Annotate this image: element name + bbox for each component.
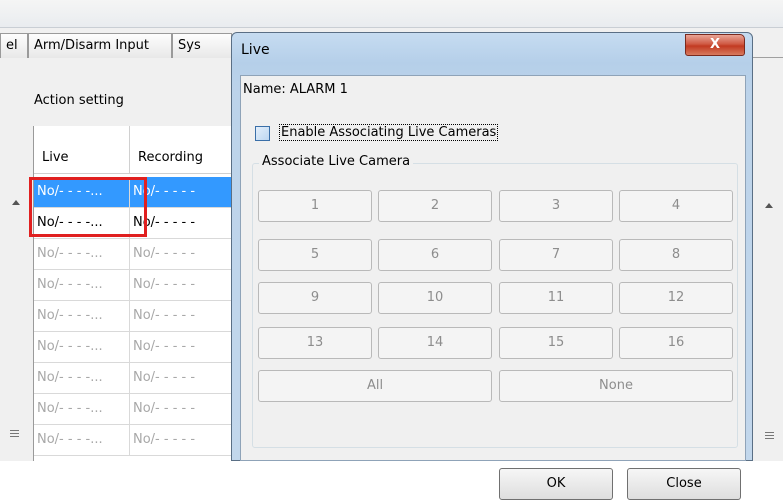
- camera-button[interactable]: 12: [619, 282, 733, 314]
- table-row[interactable]: No/- - - -... No/- - - - -: [34, 363, 251, 394]
- enable-associating-checkbox[interactable]: [255, 126, 270, 141]
- dialog-body: Name: ALARM 1 Enable Associating Live Ca…: [240, 75, 746, 500]
- camera-button[interactable]: 16: [619, 327, 733, 359]
- enable-associating-label[interactable]: Enable Associating Live Cameras: [279, 124, 499, 141]
- camera-button[interactable]: 10: [378, 282, 492, 314]
- column-header-label: Live: [42, 150, 69, 165]
- camera-button[interactable]: 11: [499, 282, 613, 314]
- scroll-grip-icon[interactable]: [765, 432, 774, 439]
- live-cell[interactable]: No/- - - -...: [34, 394, 130, 425]
- close-button[interactable]: Close: [627, 468, 741, 500]
- live-dialog: Live X Name: ALARM 1 Enable Associating …: [231, 32, 753, 500]
- right-scrollbar[interactable]: [752, 126, 783, 461]
- camera-button[interactable]: 1: [258, 190, 372, 222]
- all-cameras-button[interactable]: All: [258, 370, 492, 402]
- tab-label: Sys: [178, 38, 201, 53]
- tab-arm-disarm-input[interactable]: Arm/Disarm Input: [28, 33, 172, 58]
- camera-button[interactable]: 6: [378, 239, 492, 271]
- live-cell[interactable]: No/- - - -...: [34, 363, 130, 394]
- no-cameras-button[interactable]: None: [499, 370, 733, 402]
- table-row[interactable]: No/- - - -... No/- - - - -: [34, 425, 251, 456]
- camera-button[interactable]: 9: [258, 282, 372, 314]
- camera-button[interactable]: 15: [499, 327, 613, 359]
- live-cell[interactable]: No/- - - -...: [34, 425, 130, 456]
- table-row[interactable]: No/- - - -... No/- - - - -: [34, 394, 251, 425]
- table-row[interactable]: No/- - - -... No/- - - - -: [34, 301, 251, 332]
- camera-button[interactable]: 14: [378, 327, 492, 359]
- ok-button[interactable]: OK: [499, 468, 613, 500]
- highlight-annotation-box: [29, 177, 147, 237]
- table-row[interactable]: No/- - - -... No/- - - - -: [34, 239, 251, 270]
- table-row[interactable]: No/- - - -... No/- - - - -: [34, 270, 251, 301]
- tab-label: Arm/Disarm Input: [34, 38, 149, 53]
- camera-button[interactable]: 4: [619, 190, 733, 222]
- live-cell[interactable]: No/- - - -...: [34, 270, 130, 301]
- close-icon[interactable]: X: [685, 34, 745, 56]
- live-cell[interactable]: No/- - - -...: [34, 239, 130, 270]
- window-top-bar: [0, 0, 783, 28]
- camera-button[interactable]: 8: [619, 239, 733, 271]
- live-cell[interactable]: No/- - - -...: [34, 301, 130, 332]
- scroll-grip-icon[interactable]: [10, 430, 19, 437]
- scroll-up-arrow-icon[interactable]: [765, 203, 773, 208]
- alarm-name-label: Name: ALARM 1: [243, 82, 348, 97]
- camera-button[interactable]: 5: [258, 239, 372, 271]
- column-header-live[interactable]: Live: [34, 126, 130, 174]
- scroll-up-arrow-icon[interactable]: [12, 200, 20, 205]
- camera-button[interactable]: 13: [258, 327, 372, 359]
- group-label: Associate Live Camera: [259, 154, 414, 169]
- camera-button[interactable]: 3: [499, 190, 613, 222]
- column-header-label: Recording: [138, 150, 204, 165]
- camera-button[interactable]: 7: [499, 239, 613, 271]
- action-setting-label: Action setting: [34, 93, 124, 108]
- tab-label: el: [6, 38, 18, 53]
- tab-system[interactable]: Sys: [172, 33, 232, 58]
- live-cell[interactable]: No/- - - -...: [34, 332, 130, 363]
- camera-button[interactable]: 2: [378, 190, 492, 222]
- tab-partial-left[interactable]: el: [0, 33, 28, 58]
- dialog-title: Live: [241, 42, 270, 58]
- table-row[interactable]: No/- - - -... No/- - - - -: [34, 332, 251, 363]
